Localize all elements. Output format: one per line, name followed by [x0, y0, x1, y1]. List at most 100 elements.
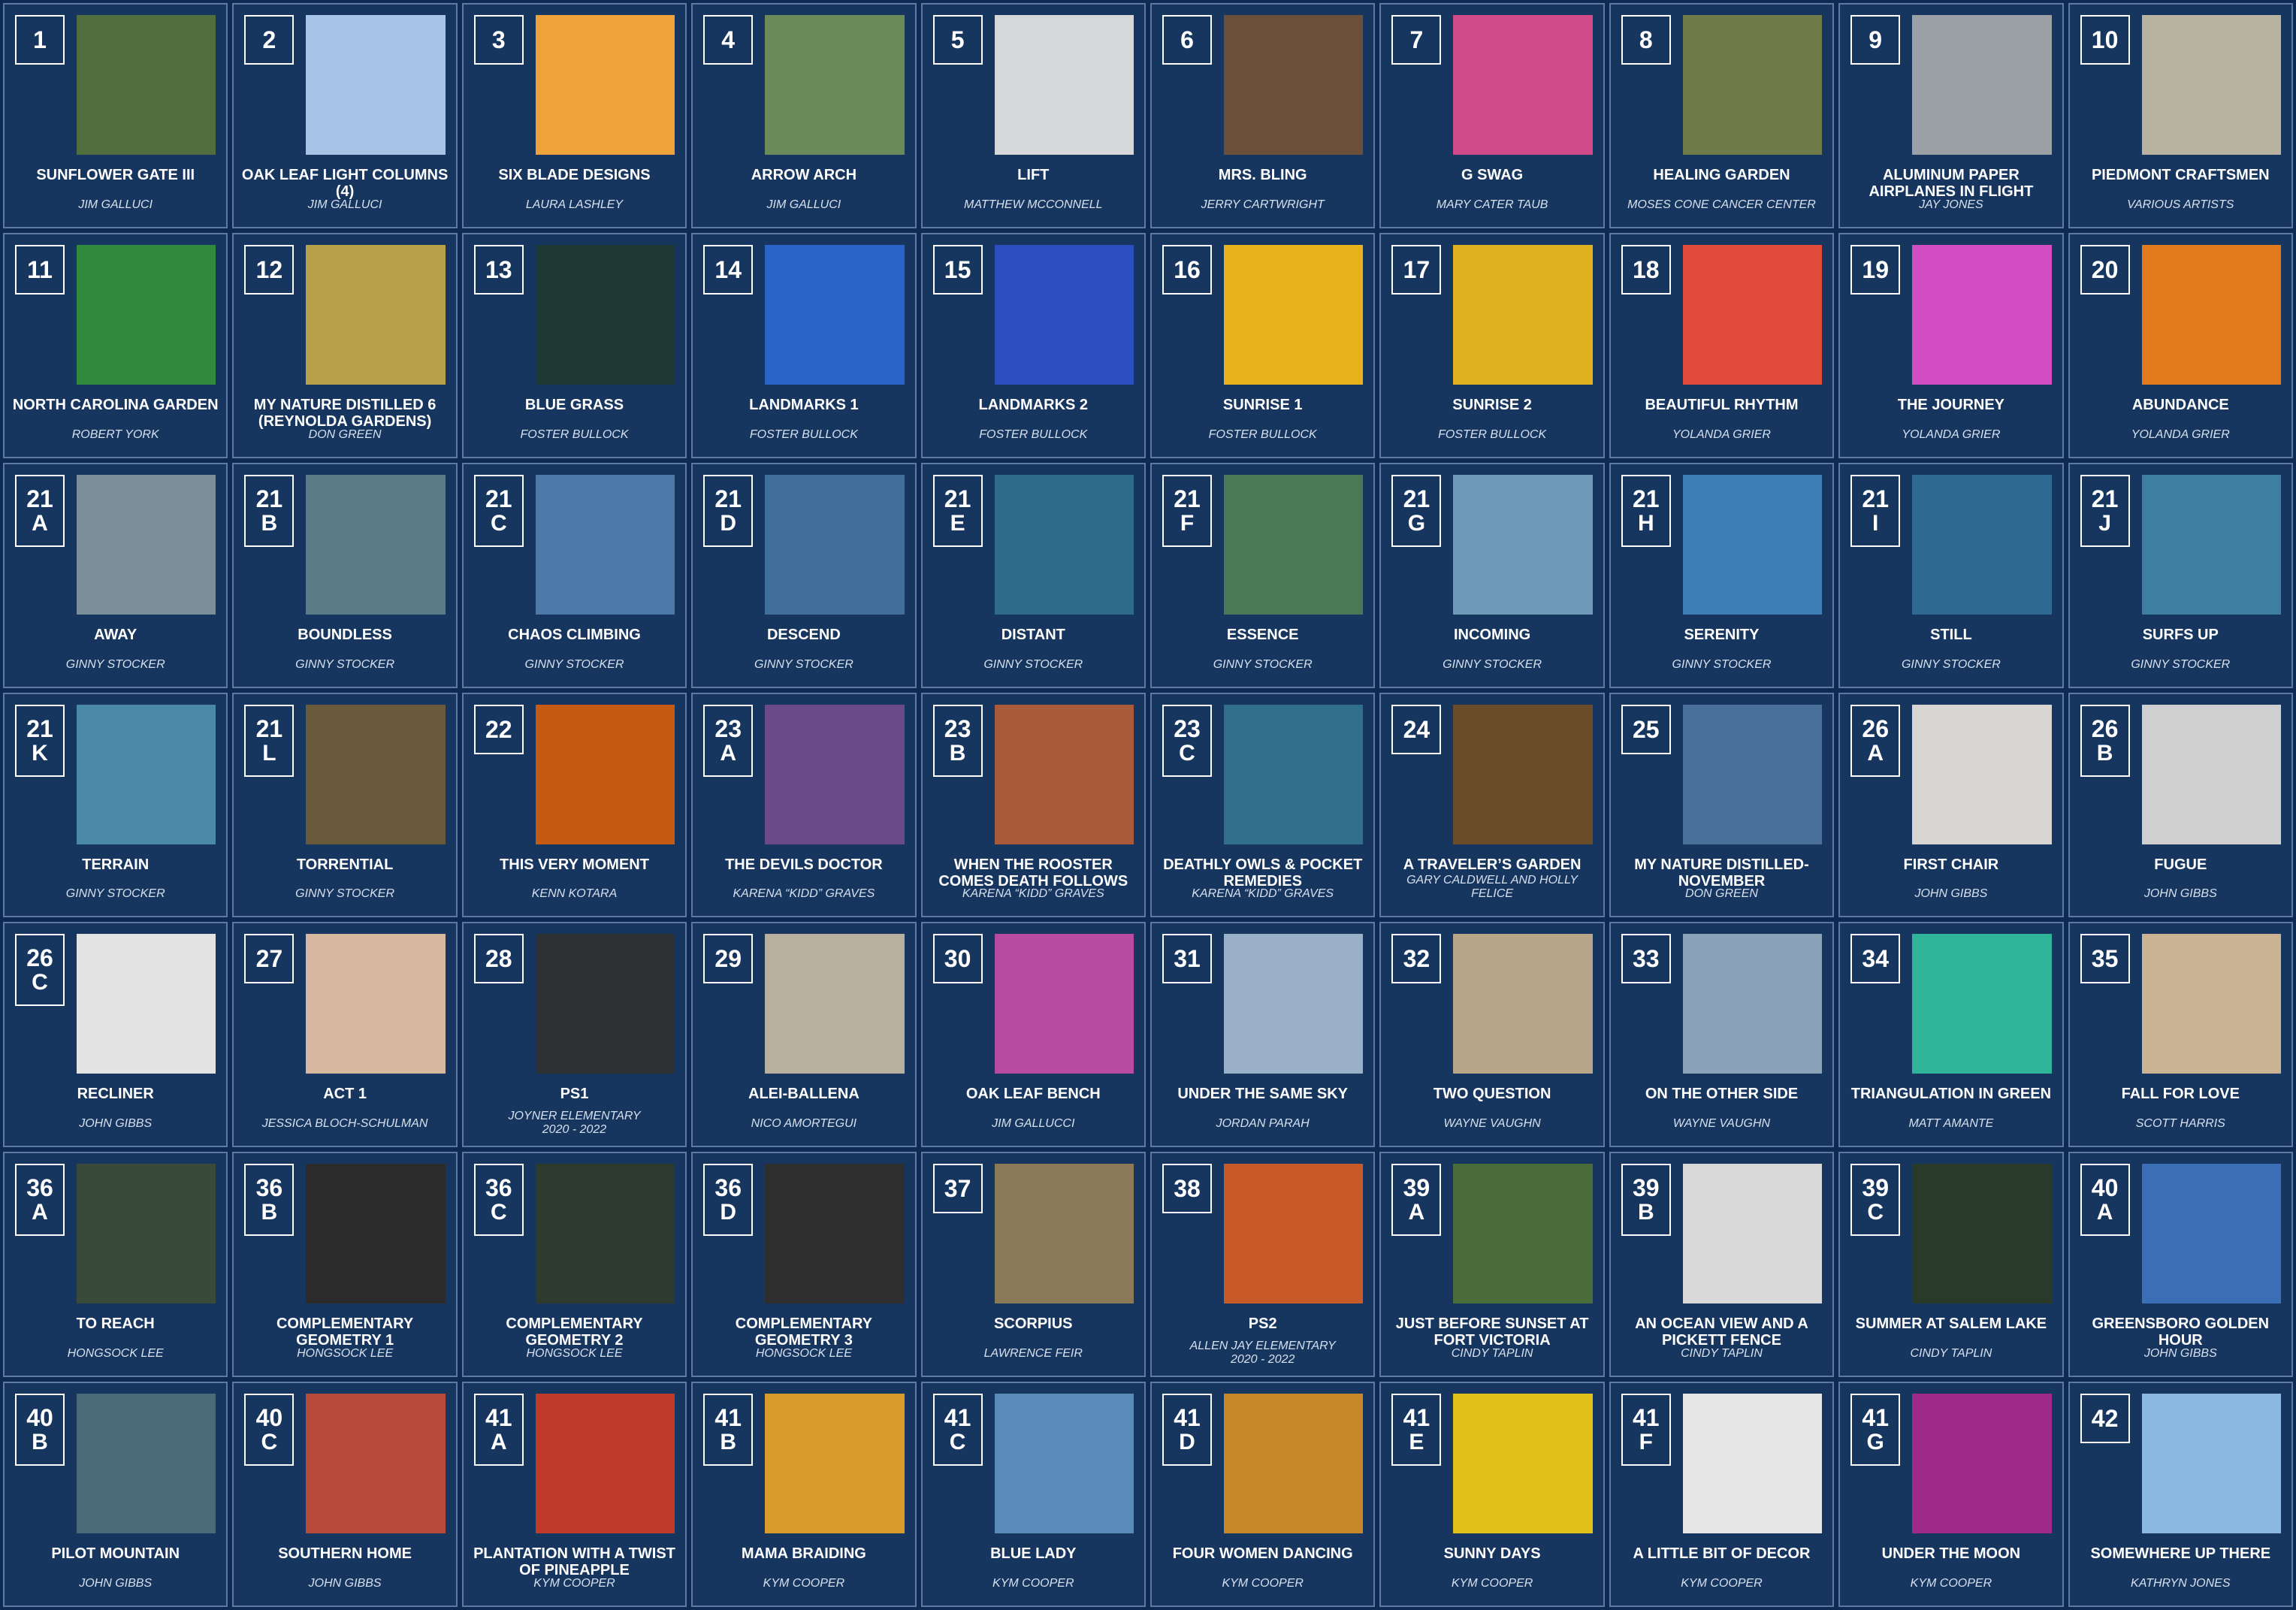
artwork-tile[interactable]: 41 D FOUR WOMEN DANCING KYM COOPER — [1150, 1382, 1376, 1607]
artwork-thumbnail[interactable] — [765, 15, 905, 155]
artwork-thumbnail[interactable] — [535, 704, 675, 844]
artwork-tile[interactable]: 32 TWO QUESTION WAYNE VAUGHN — [1379, 922, 1605, 1148]
artwork-tile[interactable]: 17 SUNRISE 2 FOSTER BULLOCK — [1379, 232, 1605, 458]
artwork-thumbnail[interactable] — [306, 244, 446, 385]
artwork-thumbnail[interactable] — [77, 1394, 216, 1534]
artwork-thumbnail[interactable] — [535, 934, 675, 1074]
artwork-tile[interactable]: 21 F ESSENCE GINNY STOCKER — [1150, 462, 1376, 688]
artwork-tile[interactable]: 5 LIFT MATTHEW MCCONNELL — [920, 3, 1146, 228]
artwork-thumbnail[interactable] — [2141, 474, 2281, 615]
artwork-tile[interactable]: 21 J SURFS UP GINNY STOCKER — [2068, 462, 2293, 688]
artwork-thumbnail[interactable] — [306, 934, 446, 1074]
artwork-tile[interactable]: 21 I STILL GINNY STOCKER — [1838, 462, 2064, 688]
artwork-tile[interactable]: 21 H SERENITY GINNY STOCKER — [1609, 462, 1835, 688]
artwork-thumbnail[interactable] — [1223, 704, 1364, 844]
artwork-thumbnail[interactable] — [1453, 15, 1593, 155]
artwork-tile[interactable]: 20 ABUNDANCE YOLANDA GRIER — [2068, 232, 2293, 458]
artwork-thumbnail[interactable] — [765, 704, 905, 844]
artwork-thumbnail[interactable] — [1682, 1394, 1823, 1534]
artwork-thumbnail[interactable] — [1912, 1164, 2052, 1304]
artwork-thumbnail[interactable] — [994, 15, 1134, 155]
artwork-tile[interactable]: 21 B BOUNDLESS GINNY STOCKER — [232, 462, 458, 688]
artwork-tile[interactable]: 39 C SUMMER AT SALEM LAKE CINDY TAPLIN — [1838, 1152, 2064, 1378]
artwork-thumbnail[interactable] — [77, 704, 216, 844]
artwork-tile[interactable]: 33 ON THE OTHER SIDE WAYNE VAUGHN — [1609, 922, 1835, 1148]
artwork-thumbnail[interactable] — [1223, 934, 1364, 1074]
artwork-tile[interactable]: 19 THE JOURNEY YOLANDA GRIER — [1838, 232, 2064, 458]
artwork-thumbnail[interactable] — [2141, 244, 2281, 385]
artwork-thumbnail[interactable] — [1682, 704, 1823, 844]
artwork-thumbnail[interactable] — [994, 704, 1134, 844]
artwork-tile[interactable]: 26 B FUGUE JOHN GIBBS — [2068, 692, 2293, 918]
artwork-tile[interactable]: 41 A PLANTATION WITH A TWIST OF PINEAPPLE K… — [461, 1382, 687, 1607]
artwork-tile[interactable]: 21 C CHAOS CLIMBING GINNY STOCKER — [461, 462, 687, 688]
artwork-thumbnail[interactable] — [2141, 15, 2281, 155]
artwork-tile[interactable]: 40 C SOUTHERN HOME JOHN GIBBS — [232, 1382, 458, 1607]
artwork-tile[interactable]: 41 E SUNNY DAYS KYM COOPER — [1379, 1382, 1605, 1607]
artwork-thumbnail[interactable] — [306, 15, 446, 155]
artwork-tile[interactable]: 23 A THE DEVILS DOCTOR KARENA “KIDD” GRAVES — [691, 692, 917, 918]
artwork-tile[interactable]: 27 ACT 1 JESSICA BLOCH-SCHULMAN — [232, 922, 458, 1148]
artwork-thumbnail[interactable] — [1682, 1164, 1823, 1304]
artwork-tile[interactable]: 8 HEALING GARDEN MOSES CONE CANCER CENTER — [1609, 3, 1835, 228]
artwork-thumbnail[interactable] — [1223, 1164, 1364, 1304]
artwork-thumbnail[interactable] — [1912, 244, 2052, 385]
artwork-tile[interactable]: 26 A FIRST CHAIR JOHN GIBBS — [1838, 692, 2064, 918]
artwork-tile[interactable]: 39 B AN OCEAN VIEW AND A PICKETT FENCE CIND… — [1609, 1152, 1835, 1378]
artwork-thumbnail[interactable] — [765, 1164, 905, 1304]
artwork-tile[interactable]: 28 PS1 JOYNER ELEMENTARY 2020 - 2022 — [461, 922, 687, 1148]
artwork-thumbnail[interactable] — [1682, 15, 1823, 155]
artwork-thumbnail[interactable] — [994, 474, 1134, 615]
artwork-tile[interactable]: 1 SUNFLOWER GATE III JIM GALLUCI — [3, 3, 228, 228]
artwork-thumbnail[interactable] — [77, 934, 216, 1074]
artwork-thumbnail[interactable] — [765, 474, 905, 615]
artwork-tile[interactable]: 42 SOMEWHERE UP THERE KATHRYN JONES — [2068, 1382, 2293, 1607]
artwork-tile[interactable]: 36 B COMPLEMENTARY GEOMETRY 1 HONGSOCK LEE — [232, 1152, 458, 1378]
artwork-thumbnail[interactable] — [535, 244, 675, 385]
artwork-thumbnail[interactable] — [1453, 1394, 1593, 1534]
artwork-tile[interactable]: 7 G SWAG MARY CATER TAUB — [1379, 3, 1605, 228]
artwork-thumbnail[interactable] — [77, 15, 216, 155]
artwork-tile[interactable]: 18 BEAUTIFUL RHYTHM YOLANDA GRIER — [1609, 232, 1835, 458]
artwork-tile[interactable]: 21 K TERRAIN GINNY STOCKER — [3, 692, 228, 918]
artwork-thumbnail[interactable] — [1682, 934, 1823, 1074]
artwork-tile[interactable]: 3 SIX BLADE DESIGNS LAURA LASHLEY — [461, 3, 687, 228]
artwork-tile[interactable]: 37 SCORPIUS LAWRENCE FEIR — [920, 1152, 1146, 1378]
artwork-tile[interactable]: 41 C BLUE LADY KYM COOPER — [920, 1382, 1146, 1607]
artwork-thumbnail[interactable] — [535, 1394, 675, 1534]
artwork-tile[interactable]: 15 LANDMARKS 2 FOSTER BULLOCK — [920, 232, 1146, 458]
artwork-thumbnail[interactable] — [1453, 474, 1593, 615]
artwork-tile[interactable]: 24 A TRAVELER’S GARDEN GARY CALDWELL AND H… — [1379, 692, 1605, 918]
artwork-tile[interactable]: 16 SUNRISE 1 FOSTER BULLOCK — [1150, 232, 1376, 458]
artwork-thumbnail[interactable] — [2141, 1164, 2281, 1304]
artwork-thumbnail[interactable] — [765, 934, 905, 1074]
artwork-tile[interactable]: 34 TRIANGULATION IN GREEN MATT AMANTE — [1838, 922, 2064, 1148]
artwork-tile[interactable]: 4 ARROW ARCH JIM GALLUCI — [691, 3, 917, 228]
artwork-tile[interactable]: 41 B MAMA BRAIDING KYM COOPER — [691, 1382, 917, 1607]
artwork-thumbnail[interactable] — [1682, 474, 1823, 615]
artwork-thumbnail[interactable] — [994, 244, 1134, 385]
artwork-thumbnail[interactable] — [1912, 474, 2052, 615]
artwork-thumbnail[interactable] — [1912, 1394, 2052, 1534]
artwork-thumbnail[interactable] — [1223, 1394, 1364, 1534]
artwork-thumbnail[interactable] — [1912, 15, 2052, 155]
artwork-thumbnail[interactable] — [765, 1394, 905, 1534]
artwork-tile[interactable]: 39 A JUST BEFORE SUNSET AT FORT VICTORIA CI… — [1379, 1152, 1605, 1378]
artwork-tile[interactable]: 36 C COMPLEMENTARY GEOMETRY 2 HONGSOCK LEE — [461, 1152, 687, 1378]
artwork-thumbnail[interactable] — [77, 474, 216, 615]
artwork-thumbnail[interactable] — [535, 1164, 675, 1304]
artwork-thumbnail[interactable] — [1453, 1164, 1593, 1304]
artwork-tile[interactable]: 35 FALL FOR LOVE SCOTT HARRIS — [2068, 922, 2293, 1148]
artwork-thumbnail[interactable] — [1682, 244, 1823, 385]
artwork-tile[interactable]: 2 OAK LEAF LIGHT COLUMNS (4) JIM GALLUCI — [232, 3, 458, 228]
artwork-tile[interactable]: 21 G INCOMING GINNY STOCKER — [1379, 462, 1605, 688]
artwork-thumbnail[interactable] — [994, 1394, 1134, 1534]
artwork-tile[interactable]: 12 MY NATURE DISTILLED 6 (REYNOLDA GARDEN… — [232, 232, 458, 458]
artwork-tile[interactable]: 29 ALEI-BALLENA NICO AMORTEGUI — [691, 922, 917, 1148]
artwork-thumbnail[interactable] — [1453, 934, 1593, 1074]
artwork-tile[interactable]: 40 B PILOT MOUNTAIN JOHN GIBBS — [3, 1382, 228, 1607]
artwork-tile[interactable]: 40 A GREENSBORO GOLDEN HOUR JOHN GIBBS — [2068, 1152, 2293, 1378]
artwork-thumbnail[interactable] — [1912, 934, 2052, 1074]
artwork-tile[interactable]: 36 D COMPLEMENTARY GEOMETRY 3 HONGSOCK LEE — [691, 1152, 917, 1378]
artwork-tile[interactable]: 14 LANDMARKS 1 FOSTER BULLOCK — [691, 232, 917, 458]
